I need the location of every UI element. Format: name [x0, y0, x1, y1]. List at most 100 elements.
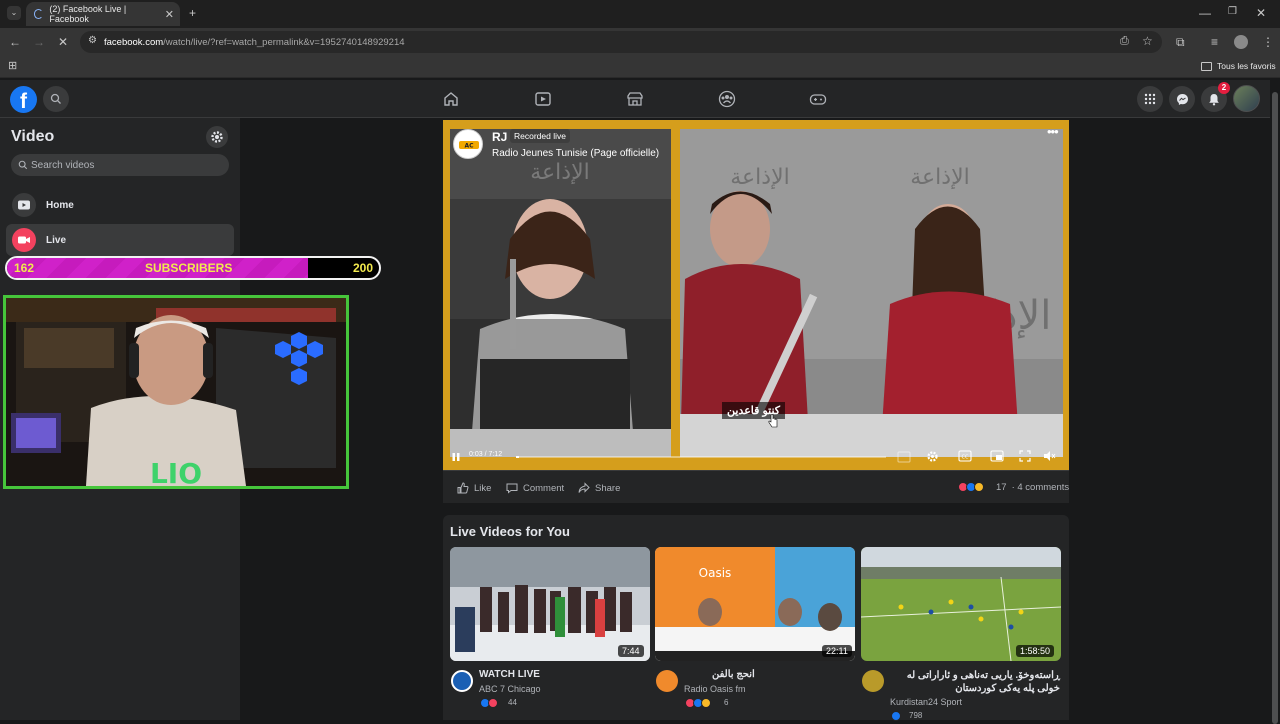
video-card-title[interactable]: WATCH LIVE: [479, 669, 540, 680]
video-card-thumbnail[interactable]: [450, 547, 650, 661]
channel-initials[interactable]: RJ: [492, 130, 507, 144]
gear-icon: [211, 131, 223, 143]
captions-icon[interactable]: CC: [958, 450, 972, 462]
marketplace-icon[interactable]: [626, 90, 644, 108]
reactions-summary[interactable]: [958, 482, 984, 492]
bookmarks-bar: ⊞ Tous les favoris: [0, 56, 1280, 78]
watch-icon[interactable]: [534, 90, 552, 108]
comment-button[interactable]: Comment: [506, 482, 564, 494]
video-card-channel[interactable]: Radio Oasis fm: [684, 684, 746, 694]
video-card-channel[interactable]: Kurdistan24 Sport: [890, 697, 962, 707]
video-card-channel[interactable]: ABC 7 Chicago: [479, 684, 541, 694]
close-tab-icon[interactable]: ✕: [165, 8, 174, 21]
fullscreen-icon[interactable]: [1019, 450, 1031, 462]
menu-button[interactable]: [1137, 86, 1163, 112]
section-title: Live Videos for You: [450, 524, 570, 539]
extensions-icon[interactable]: ⧉: [1176, 36, 1185, 48]
url-field[interactable]: ⚙ facebook.com /watch/live/?ref=watch_pe…: [80, 31, 1162, 53]
menu-grid-icon: [1144, 93, 1156, 105]
window-close-icon[interactable]: ✕: [1256, 7, 1266, 19]
video-card-thumbnail[interactable]: Oasis: [655, 547, 855, 661]
folder-icon: [1201, 62, 1212, 71]
facebook-logo[interactable]: f: [10, 86, 37, 113]
groups-icon[interactable]: [718, 90, 736, 108]
progress-bar[interactable]: [516, 456, 886, 458]
new-tab-icon[interactable]: +: [189, 7, 196, 19]
player-settings-icon[interactable]: [925, 449, 940, 464]
svg-text:الإذاعة: الإذاعة: [530, 160, 590, 185]
reaction-count[interactable]: 17 · 4 comments: [996, 482, 1069, 493]
care-reaction-icon: [701, 698, 711, 708]
channel-avatar[interactable]: [451, 670, 473, 692]
browser-tab-bar: ⌄ (2) Facebook Live | Facebook ✕ + — ❐ ✕: [0, 0, 1280, 28]
like-button[interactable]: Like: [457, 482, 491, 494]
webcam-overlay: LIO: [3, 295, 349, 489]
search-button[interactable]: [43, 86, 69, 112]
duration-badge: 7:44: [618, 645, 644, 657]
tab-search-icon[interactable]: ⌄: [7, 6, 21, 20]
reaction-count: 6: [724, 698, 729, 707]
account-avatar[interactable]: [1233, 85, 1260, 112]
volume-icon[interactable]: [1043, 450, 1057, 462]
site-info-icon[interactable]: ⚙: [88, 36, 97, 46]
share-button[interactable]: Share: [578, 482, 620, 494]
channel-avatar[interactable]: [656, 670, 678, 692]
channel-avatar[interactable]: AC: [453, 129, 483, 159]
page-name[interactable]: Radio Jeunes Tunisie (Page officielle): [492, 148, 659, 159]
bookmark-star-icon[interactable]: ☆: [1142, 35, 1153, 47]
browser-tab[interactable]: (2) Facebook Live | Facebook ✕: [26, 2, 180, 26]
progress-fill: [516, 456, 519, 458]
more-options-icon[interactable]: •••: [1047, 124, 1059, 139]
like-label: Like: [474, 482, 492, 494]
comments-count[interactable]: · 4 comments: [1012, 482, 1070, 493]
video-card-title[interactable]: انحج بالفن: [712, 669, 755, 680]
subscriber-count: 162: [14, 261, 35, 275]
scrollbar-thumb[interactable]: [1272, 92, 1278, 724]
pause-icon[interactable]: [451, 452, 461, 462]
media-control-icon[interactable]: ≡: [1211, 36, 1218, 48]
pip-icon[interactable]: [897, 450, 911, 464]
recorded-live-badge: Recorded live: [510, 129, 570, 143]
back-icon[interactable]: ←: [9, 36, 21, 48]
search-videos-input[interactable]: Search videos: [11, 154, 229, 176]
svg-text:AC: AC: [464, 143, 474, 150]
video-card-thumbnail[interactable]: [861, 547, 1061, 661]
miniplayer-icon[interactable]: [990, 450, 1004, 462]
messenger-button[interactable]: [1169, 86, 1195, 112]
page-scrollbar[interactable]: [1270, 80, 1280, 724]
gaming-icon[interactable]: [809, 90, 827, 108]
sidebar-item-home[interactable]: Home: [6, 189, 234, 221]
search-icon: [18, 160, 28, 170]
card-reactions: [685, 698, 711, 708]
search-icon: [50, 93, 61, 104]
home-icon[interactable]: [442, 90, 460, 108]
reaction-count: 798: [909, 711, 923, 720]
reaction-count-value: 17: [996, 482, 1007, 493]
stop-icon[interactable]: ✕: [58, 36, 68, 48]
settings-button[interactable]: [206, 126, 228, 148]
apps-grid-icon[interactable]: ⊞: [8, 61, 17, 72]
svg-text:الإذاعة: الإذاعة: [730, 165, 790, 190]
love-reaction-icon: [488, 698, 498, 708]
address-bar-row: ← → ✕ ⚙ facebook.com /watch/live/?ref=wa…: [0, 28, 1280, 56]
messenger-icon: [1176, 93, 1188, 105]
forward-icon[interactable]: →: [33, 36, 45, 48]
restore-icon[interactable]: ❐: [1228, 7, 1237, 17]
install-app-icon[interactable]: ⎙: [1120, 36, 1129, 47]
profile-avatar-icon[interactable]: [1234, 35, 1248, 49]
video-card-title[interactable]: ڕاستەوخۆ. یاریی تەناهی و ئاراراتی لە خول…: [890, 669, 1060, 695]
hand-cursor-icon: [768, 414, 778, 428]
comment-icon: [506, 483, 518, 494]
video-frame-left: الإذاعة: [450, 129, 671, 457]
reaction-count: 44: [508, 698, 517, 707]
play-icon: [12, 193, 36, 217]
menu-dots-icon[interactable]: ⋮: [1262, 36, 1274, 48]
search-placeholder: Search videos: [31, 159, 95, 171]
all-bookmarks-label[interactable]: Tous les favoris: [1217, 61, 1276, 71]
webcam-tag-logo: LIO: [150, 457, 202, 486]
channel-avatar[interactable]: [862, 670, 884, 692]
minimize-icon[interactable]: —: [1199, 7, 1211, 19]
sidebar-item-live[interactable]: Live: [6, 224, 234, 256]
channel-logo-icon: AC: [459, 141, 479, 150]
svg-text:Oasis: Oasis: [699, 566, 732, 580]
